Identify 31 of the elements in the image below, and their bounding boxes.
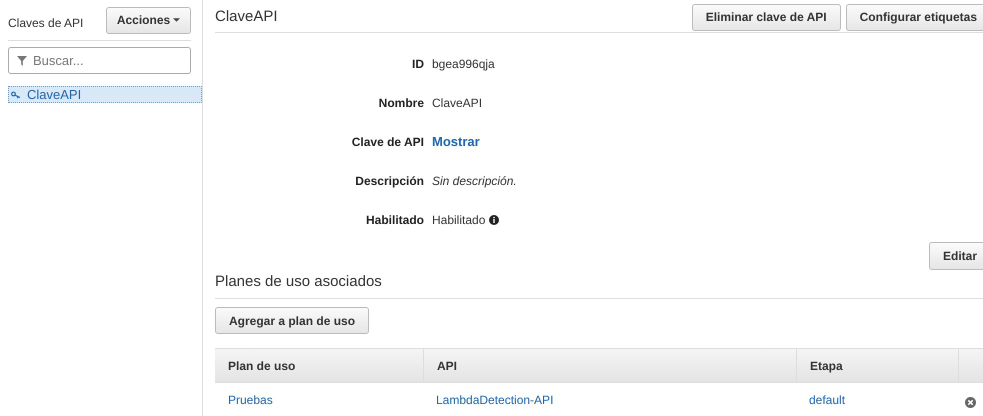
field-label: Habilitado — [364, 212, 424, 226]
actions-button[interactable]: Acciones — [106, 6, 191, 34]
column-header: Etapa — [796, 349, 958, 382]
show-key-link[interactable]: Mostrar — [432, 134, 480, 149]
column-header: API — [423, 349, 796, 382]
field-label: Descripción — [354, 174, 424, 188]
field-value: ClaveAPI — [432, 96, 482, 110]
field-value: Habilitado — [432, 212, 486, 226]
sidebar-title: Claves de API — [8, 16, 84, 30]
configure-tags-button[interactable]: Configurar etiquetas — [846, 4, 983, 30]
field-label: ID — [411, 56, 424, 70]
field-label: Clave de API — [350, 134, 424, 148]
add-to-plan-button[interactable]: Agregar a plan de uso — [215, 307, 370, 334]
plan-link[interactable]: Pruebas — [215, 383, 423, 416]
api-link[interactable]: LambdaDetection-API — [423, 383, 796, 416]
field-value: Sin descripción. — [432, 174, 517, 188]
stage-link[interactable]: default — [796, 383, 958, 416]
info-icon[interactable] — [489, 214, 500, 224]
caret-icon — [173, 18, 180, 22]
section-title: Planes de uso asociados — [215, 273, 983, 299]
delete-key-button[interactable]: Eliminar clave de API — [692, 4, 841, 30]
column-header: Plan de uso — [227, 358, 296, 374]
search-field[interactable]: Buscar... — [8, 47, 191, 74]
sidebar-item[interactable]: ClaveAPI — [8, 86, 202, 103]
field-label: Nombre — [378, 96, 424, 110]
filter-icon — [17, 56, 27, 66]
key-icon — [11, 90, 21, 98]
edit-button[interactable]: Editar — [928, 242, 983, 270]
key-title: ClaveAPI — [215, 8, 278, 24]
remove-icon[interactable] — [965, 397, 976, 408]
field-value: bgea996qja — [432, 56, 495, 70]
